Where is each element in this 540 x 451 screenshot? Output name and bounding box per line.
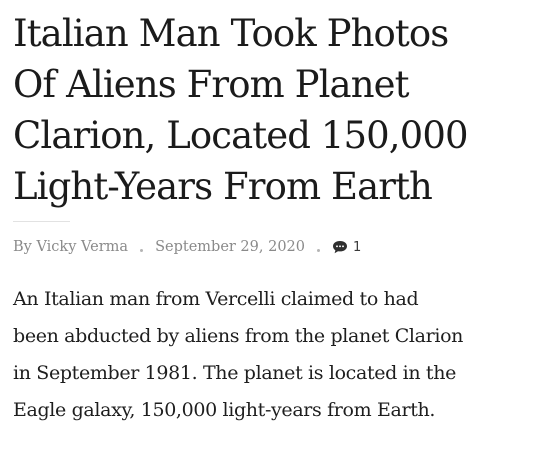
title-line: Clarion, Located 150,000 (13, 114, 469, 157)
speech-bubble-icon (332, 240, 348, 254)
excerpt-line: Eagle galaxy, 150,000 light-years from E… (13, 399, 436, 421)
article-excerpt: An Italian man from Vercelli claimed to … (13, 281, 528, 429)
publish-date[interactable]: September 29, 2020 (155, 239, 305, 255)
meta-separator (140, 249, 144, 252)
article-title[interactable]: Italian Man Took Photos Of Aliens From P… (13, 8, 528, 212)
excerpt-line: in September 1981. The planet is located… (13, 362, 457, 384)
article: Italian Man Took Photos Of Aliens From P… (13, 8, 528, 429)
meta-separator (317, 249, 321, 252)
title-divider (13, 221, 70, 222)
author-link[interactable]: By Vicky Verma (13, 239, 128, 255)
comment-count: 1 (353, 239, 362, 255)
title-line: Light-Years From Earth (13, 165, 433, 208)
title-line: Italian Man Took Photos (13, 12, 449, 55)
excerpt-line: been abducted by aliens from the planet … (13, 325, 464, 347)
excerpt-line: An Italian man from Vercelli claimed to … (13, 288, 419, 310)
article-meta: By Vicky Verma September 29, 2020 1 (13, 236, 528, 258)
comments-link[interactable]: 1 (332, 240, 361, 255)
title-line: Of Aliens From Planet (13, 63, 410, 106)
